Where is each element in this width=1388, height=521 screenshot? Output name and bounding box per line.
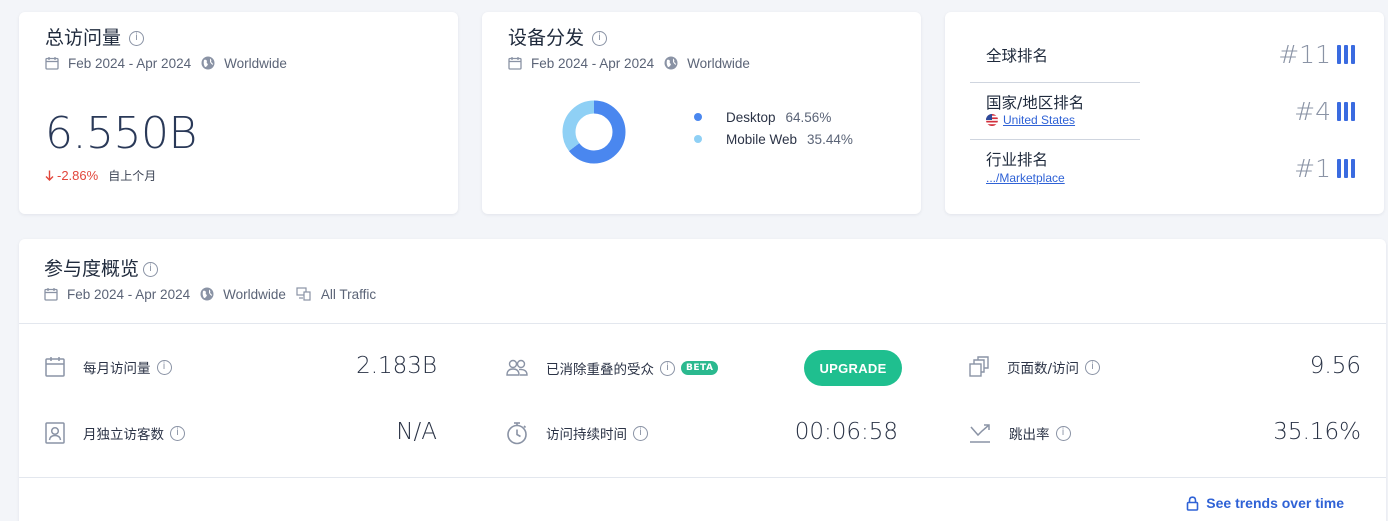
info-icon[interactable]: i [660,360,675,376]
info-icon[interactable]: i [143,261,159,277]
info-icon[interactable]: i [1085,359,1101,375]
calendar-icon [508,57,522,70]
bounce-rate-value: 35.16% [1273,419,1361,445]
date-range: Feb 2024 - Apr 2024 [531,55,655,71]
device-donut-chart [562,100,626,164]
total-visits-meta: Feb 2024 - Apr 2024 Worldwide [45,54,297,72]
device-title: 设备分发 i [508,26,760,50]
global-rank-value: #11 [1278,40,1355,69]
metric-dedup-audience: 已消除重叠的受众 i BETA [506,358,719,378]
region: Worldwide [687,55,750,71]
see-trends-link[interactable]: See trends over time [1186,495,1344,511]
metric-unique-visitors: 月独立访客数 i [45,422,185,444]
divider [19,323,1386,324]
metric-bounce-rate: 跳出率 i [969,423,1071,443]
total-visits-change: -2.86% 自上个月 [45,167,156,184]
country-rank-value: #4 [1294,97,1355,126]
info-icon[interactable]: i [170,425,185,441]
date-range: Feb 2024 - Apr 2024 [67,286,191,302]
globe-icon [200,287,214,301]
region: Worldwide [223,286,286,302]
arrow-down-icon [45,170,54,181]
visitor-icon [45,422,65,444]
global-rank: 全球排名 #11 [970,26,1355,83]
device-legend: Desktop 64.56% Mobile Web 35.44% [694,106,853,150]
metric-monthly-visits: 每月访问量 i [45,356,172,378]
device-meta: Feb 2024 - Apr 2024 Worldwide [508,54,760,72]
legend-desktop: Desktop 64.56% [694,106,853,128]
total-visits-card: 总访问量 i Feb 2024 - Apr 2024 Worldwide 6.5… [19,12,458,214]
info-icon[interactable]: i [592,30,608,46]
metric-visit-duration: 访问持续时间 i [506,421,648,445]
region: Worldwide [224,55,287,71]
pages-per-visit-value: 9.56 [1309,353,1361,379]
monthly-visits-value: 2.183B [356,353,437,379]
total-visits-title: 总访问量 i [45,26,297,50]
rank-bars-icon [1337,159,1355,178]
category-rank-value: #1 [1294,154,1355,183]
rank-bars-icon [1337,45,1355,64]
ranks-card: 全球排名 #11 国家/地区排名 United States #4 行业排名 .… [945,12,1384,214]
calendar-icon [44,288,58,301]
rank-bars-icon [1337,102,1355,121]
total-visits-value: 6.550B [45,108,197,159]
divider [19,477,1386,478]
engagement-meta: Feb 2024 - Apr 2024 Worldwide All Traffi… [44,285,386,303]
traffic-icon [296,287,311,301]
category-link[interactable]: .../Marketplace [986,171,1065,185]
us-flag-icon [986,114,998,126]
traffic-type: All Traffic [320,286,377,302]
info-icon[interactable]: i [633,425,648,441]
country-rank: 国家/地区排名 United States #4 [970,83,1355,140]
country-link[interactable]: United States [986,113,1075,127]
info-icon[interactable]: i [1055,425,1071,441]
unique-visitors-value: N/A [396,419,437,445]
people-icon [506,359,528,376]
metric-pages-per-visit: 页面数/访问 i [969,356,1101,378]
legend-mobile-web: Mobile Web 35.44% [694,128,853,150]
visit-duration-value: 00:06:58 [794,419,898,445]
engagement-title: 参与度概览 i [44,257,386,281]
lock-icon [1186,495,1199,511]
globe-icon [664,56,678,70]
device-card: 设备分发 i Feb 2024 - Apr 2024 Worldwide Des… [482,12,921,214]
globe-icon [201,56,215,70]
stopwatch-icon [507,422,527,445]
pages-icon [969,356,989,377]
engagement-card: 参与度概览 i Feb 2024 - Apr 2024 Worldwide Al… [19,239,1386,521]
calendar-icon [45,57,59,70]
bounce-icon [970,424,990,443]
category-rank: 行业排名 .../Marketplace #1 [970,140,1355,197]
upgrade-button[interactable]: UPGRADE [804,350,902,386]
info-icon[interactable]: i [129,30,145,46]
calendar-icon [45,357,65,377]
legend-dot [694,135,702,143]
legend-dot [694,113,702,121]
date-range: Feb 2024 - Apr 2024 [68,55,192,71]
change-value: -2.86% [45,168,98,183]
beta-badge: BETA [681,361,719,375]
change-label: 自上个月 [108,169,157,183]
info-icon[interactable]: i [156,359,172,375]
